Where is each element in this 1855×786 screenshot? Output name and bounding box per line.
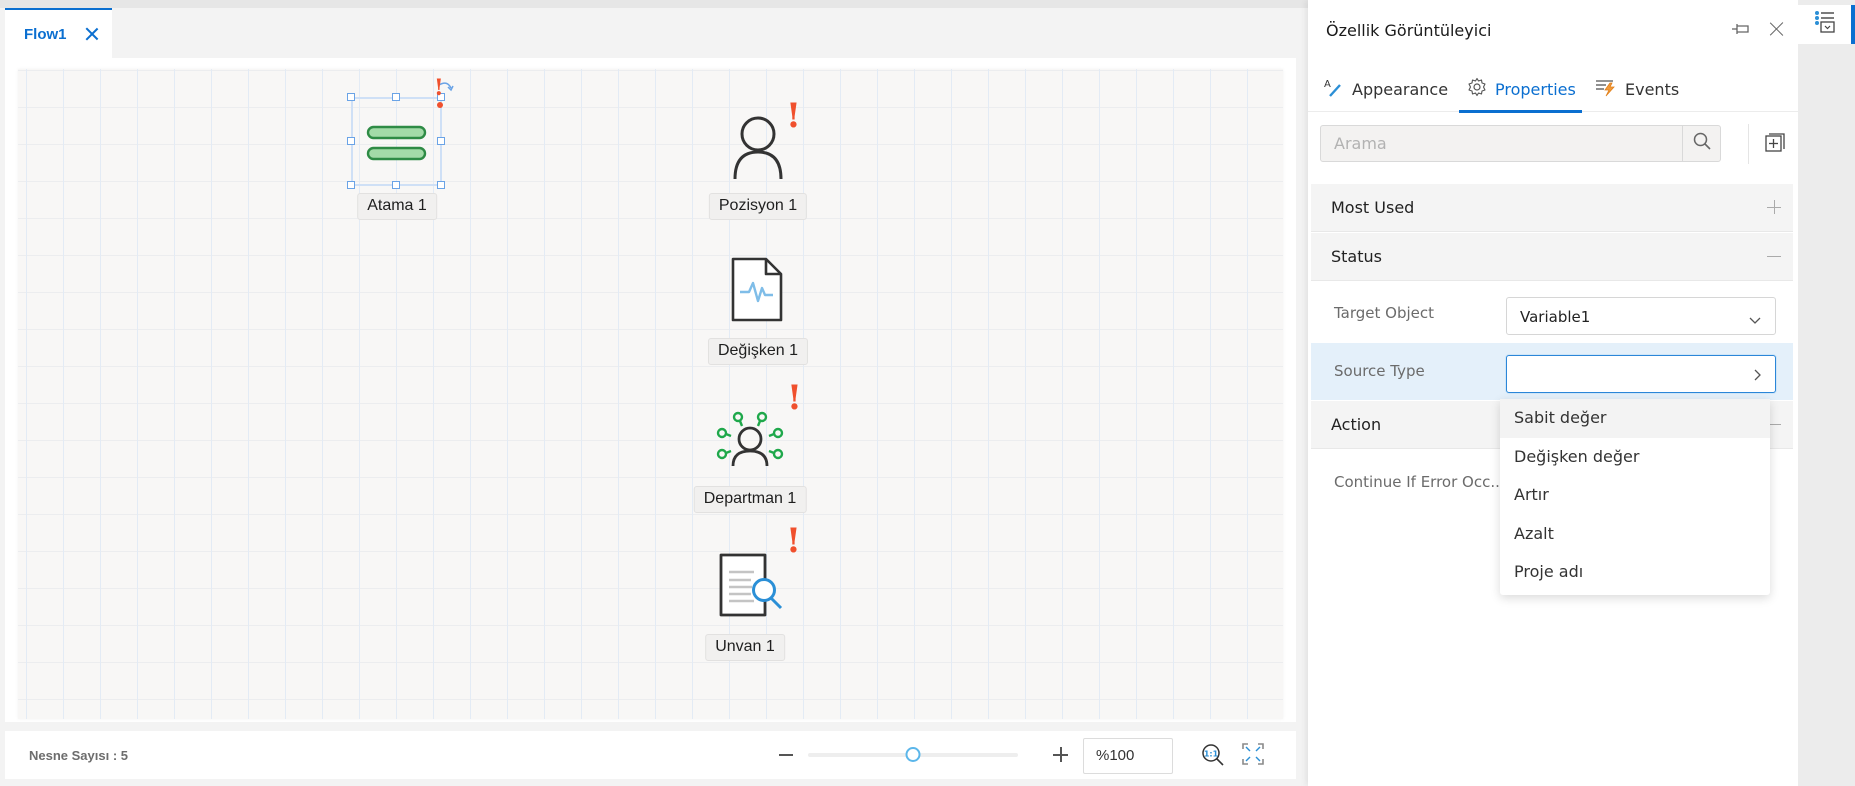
node-label: Atama 1 (357, 193, 437, 220)
canvas-frame: ! Atama 1 ! Pozisyon 1 Değişken 1 ! Depa… (5, 58, 1296, 722)
right-dock (1798, 0, 1855, 786)
gear-icon (1467, 77, 1487, 101)
search-icon (1693, 132, 1711, 155)
fit-to-screen-icon[interactable] (1242, 743, 1264, 770)
zoom-slider[interactable] (808, 747, 1018, 762)
person-icon (728, 109, 788, 184)
zoom-out-button[interactable] (779, 754, 793, 756)
property-list-icon (1814, 10, 1836, 39)
property-row-source-type: Source Type (1311, 343, 1793, 400)
svg-text:1:1: 1:1 (1204, 750, 1219, 759)
property-label: Source Type (1334, 362, 1425, 380)
title-search-document-icon (718, 552, 784, 623)
variable-document-icon (730, 257, 784, 328)
tab-flow1[interactable]: Flow1 (5, 8, 112, 58)
section-most-used[interactable]: Most Used (1311, 184, 1793, 232)
dropdown-option[interactable]: Proje adı (1500, 553, 1770, 592)
collapse-minus-icon[interactable] (1767, 249, 1781, 263)
property-label: Continue If Error Occ... (1334, 473, 1505, 491)
property-viewer-dock-button[interactable] (1798, 5, 1855, 44)
node-label: Unvan 1 (705, 634, 785, 661)
property-viewer-panel: Özellik Görüntüleyici A Appearance Prope… (1308, 0, 1798, 786)
panel-tabs: A Appearance Properties Events (1308, 66, 1798, 113)
dropdown-option[interactable]: Artır (1500, 476, 1770, 515)
pin-icon[interactable] (1732, 22, 1750, 41)
panel-title: Özellik Görüntüleyici (1326, 21, 1492, 40)
zoom-in-button[interactable] (1053, 747, 1068, 762)
tab-events-label: Events (1625, 79, 1680, 99)
diagram-canvas[interactable]: ! Atama 1 ! Pozisyon 1 Değişken 1 ! Depa… (18, 69, 1283, 719)
resize-handle-w[interactable] (347, 137, 355, 145)
department-icon (715, 409, 785, 474)
resize-handle-e[interactable] (437, 137, 445, 145)
warning-icon: ! (786, 96, 801, 136)
resize-handle-s[interactable] (392, 181, 400, 189)
events-lightning-icon (1595, 77, 1617, 101)
property-row-target-object: Target Object Variable1 (1311, 285, 1793, 342)
warning-icon: ! (787, 378, 802, 418)
section-title: Most Used (1331, 198, 1415, 217)
tab-events[interactable]: Events (1595, 66, 1679, 112)
resize-handle-nw[interactable] (347, 93, 355, 101)
object-count-label: Nesne Sayısı : 5 (29, 748, 128, 763)
dropdown-option[interactable]: Sabit değer (1500, 399, 1770, 438)
resize-handle-se[interactable] (437, 181, 445, 189)
statusbar: Nesne Sayısı : 5 %100 1:1 (5, 731, 1296, 779)
dropdown-option[interactable]: Azalt (1500, 515, 1770, 554)
section-title: Status (1331, 247, 1382, 266)
expand-all-icon[interactable] (1765, 133, 1785, 158)
tab-properties-label: Properties (1495, 79, 1576, 99)
zoom-slider-thumb[interactable] (905, 747, 921, 762)
warning-icon: ! (434, 75, 444, 101)
property-search (1320, 125, 1721, 162)
assignment-icon (366, 124, 428, 167)
designer-area: Flow1 ! Atama 1 ! Pozisyon 1 Değişken 1 … (0, 0, 1308, 786)
actual-size-zoom-icon[interactable]: 1:1 (1201, 743, 1225, 772)
search-button[interactable] (1682, 126, 1720, 161)
chevron-right-icon (1753, 368, 1761, 386)
section-status[interactable]: Status (1311, 233, 1793, 281)
chevron-down-icon (1749, 312, 1761, 330)
toolbar-separator (1748, 124, 1749, 164)
close-tab-icon[interactable] (85, 27, 99, 41)
property-label: Target Object (1334, 304, 1435, 322)
tab-flow1-label: Flow1 (24, 25, 67, 43)
warning-icon: ! (786, 521, 801, 561)
tab-appearance-label: Appearance (1352, 79, 1449, 99)
zoom-level-field[interactable]: %100 (1083, 738, 1173, 774)
resize-handle-n[interactable] (392, 93, 400, 101)
target-object-select[interactable]: Variable1 (1506, 297, 1776, 335)
target-object-value: Variable1 (1520, 308, 1591, 326)
tab-properties[interactable]: Properties (1459, 66, 1582, 113)
top-strip (0, 0, 1308, 8)
dropdown-option[interactable]: Değişken değer (1500, 438, 1770, 477)
node-label: Pozisyon 1 (708, 193, 808, 220)
svg-text:A: A (1324, 79, 1331, 90)
source-type-select[interactable] (1506, 355, 1776, 393)
warning-dot-icon (437, 102, 443, 108)
property-search-input[interactable] (1321, 126, 1681, 161)
tab-appearance[interactable]: A Appearance (1324, 66, 1450, 112)
node-label: Değişken 1 (707, 338, 809, 365)
node-label: Departman 1 (693, 486, 807, 513)
close-panel-icon[interactable] (1770, 22, 1784, 36)
source-type-dropdown: Sabit değer Değişken değer Artır Azalt P… (1500, 399, 1770, 595)
expand-plus-icon[interactable] (1767, 200, 1781, 214)
document-tabbar: Flow1 (5, 8, 1296, 58)
section-title: Action (1331, 415, 1382, 434)
appearance-icon: A (1324, 77, 1344, 101)
resize-handle-sw[interactable] (347, 181, 355, 189)
